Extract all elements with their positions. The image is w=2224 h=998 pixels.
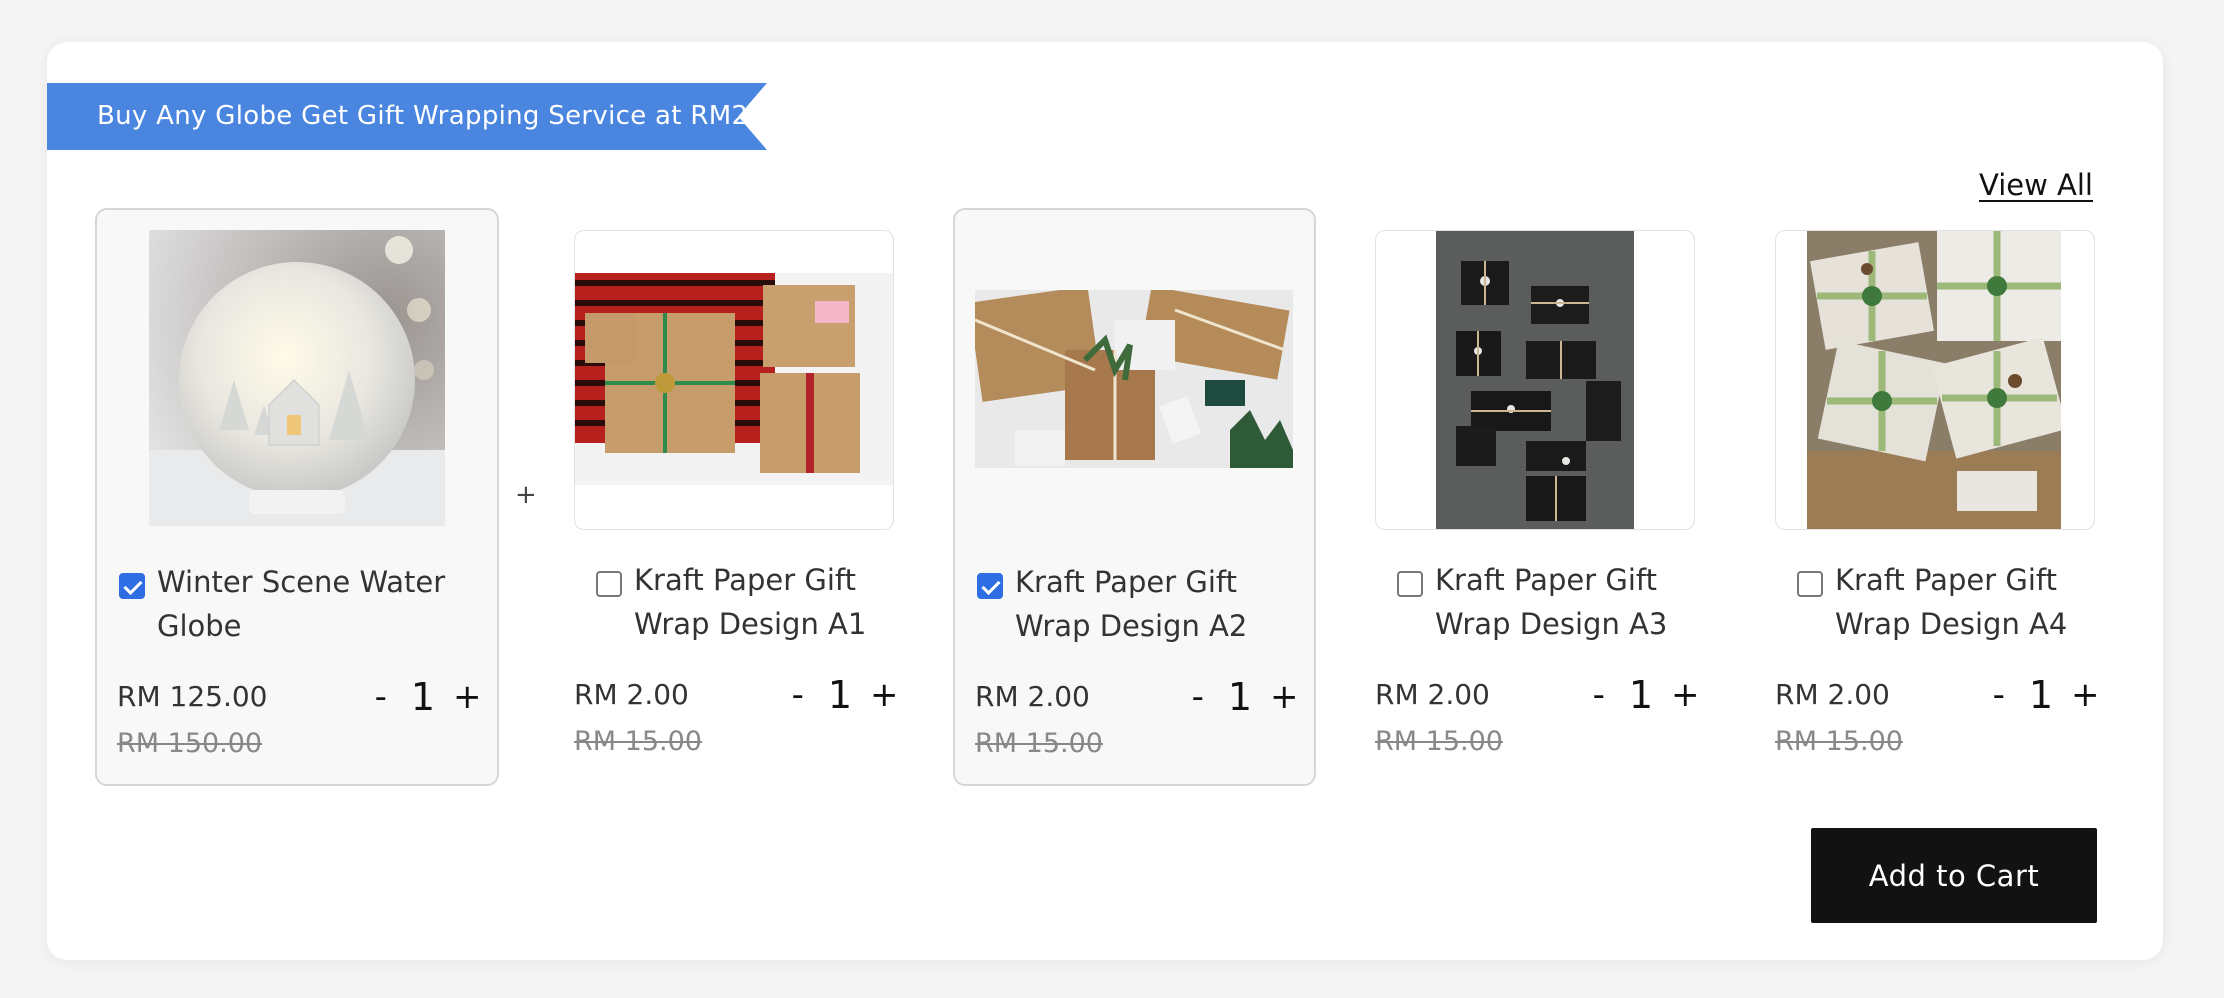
product-old-price: RM 15.00 — [1375, 726, 1503, 757]
water-globe-photo — [149, 230, 445, 526]
quantity-stepper: - 1 + — [369, 672, 482, 722]
product-card-a2: Kraft Paper Gift Wrap Design A2 RM 2.00 … — [953, 208, 1316, 786]
product-checkbox[interactable] — [1397, 571, 1423, 597]
product-checkbox[interactable] — [119, 573, 145, 599]
product-card-a1: Kraft Paper Gift Wrap Design A1 RM 2.00 … — [574, 208, 899, 786]
qty-value: 1 — [1227, 675, 1252, 719]
product-title: Kraft Paper Gift Wrap Design A3 — [1435, 563, 1668, 641]
product-card-a3: Kraft Paper Gift Wrap Design A3 RM 2.00 … — [1375, 208, 1700, 786]
product-card-a4: Kraft Paper Gift Wrap Design A4 RM 2.00 … — [1775, 208, 2100, 786]
qty-value: 1 — [1628, 673, 1653, 717]
quantity-stepper: - 1 + — [1186, 672, 1299, 722]
qty-value: 1 — [2028, 673, 2053, 717]
product-image-frame — [1375, 230, 1695, 530]
product-price: RM 2.00 — [975, 680, 1090, 713]
gift-wrap-a3-photo — [1436, 231, 1634, 529]
quantity-stepper: - 1 + — [1587, 670, 1700, 720]
product-old-price: RM 15.00 — [574, 726, 702, 757]
qty-decrease-button[interactable]: - — [369, 680, 393, 714]
gift-wrap-a1-photo — [575, 273, 893, 485]
product-old-price: RM 150.00 — [117, 728, 263, 759]
product-title: Kraft Paper Gift Wrap Design A2 — [1015, 565, 1248, 643]
qty-increase-button[interactable]: + — [1671, 678, 1700, 712]
gift-wrap-a2-photo — [975, 290, 1293, 468]
quantity-stepper: - 1 + — [786, 670, 899, 720]
qty-increase-button[interactable]: + — [453, 680, 482, 714]
product-image-frame — [1775, 230, 2095, 530]
product-title: Kraft Paper Gift Wrap Design A4 — [1835, 563, 2068, 641]
product-title: Winter Scene Water Globe — [157, 565, 446, 643]
product-image-frame — [97, 230, 497, 530]
promo-banner-text: Buy Any Globe Get Gift Wrapping Service … — [97, 101, 749, 131]
product-checkbox[interactable] — [977, 573, 1003, 599]
product-image-frame — [955, 230, 1314, 530]
gift-wrap-a4-photo — [1807, 231, 2061, 529]
view-all-link[interactable]: View All — [1979, 168, 2093, 202]
qty-increase-button[interactable]: + — [1270, 680, 1299, 714]
product-price: RM 2.00 — [574, 678, 689, 711]
product-title: Kraft Paper Gift Wrap Design A1 — [634, 563, 867, 641]
qty-decrease-button[interactable]: - — [1186, 680, 1210, 714]
bundle-plus-separator: + — [515, 480, 537, 510]
qty-decrease-button[interactable]: - — [1987, 678, 2011, 712]
promo-banner: Buy Any Globe Get Gift Wrapping Service … — [47, 83, 767, 150]
qty-increase-button[interactable]: + — [870, 678, 899, 712]
qty-value: 1 — [827, 673, 852, 717]
qty-decrease-button[interactable]: - — [1587, 678, 1611, 712]
product-price: RM 125.00 — [117, 680, 268, 713]
qty-increase-button[interactable]: + — [2071, 678, 2100, 712]
product-checkbox[interactable] — [596, 571, 622, 597]
qty-value: 1 — [410, 675, 435, 719]
product-price: RM 2.00 — [1375, 678, 1490, 711]
add-to-cart-button[interactable]: Add to Cart — [1811, 828, 2097, 923]
product-old-price: RM 15.00 — [975, 728, 1103, 759]
product-price: RM 2.00 — [1775, 678, 1890, 711]
product-old-price: RM 15.00 — [1775, 726, 1903, 757]
qty-decrease-button[interactable]: - — [786, 678, 810, 712]
product-checkbox[interactable] — [1797, 571, 1823, 597]
product-card-water-globe: Winter Scene Water Globe RM 125.00 RM 15… — [95, 208, 499, 786]
product-image-frame — [574, 230, 894, 530]
quantity-stepper: - 1 + — [1987, 670, 2100, 720]
